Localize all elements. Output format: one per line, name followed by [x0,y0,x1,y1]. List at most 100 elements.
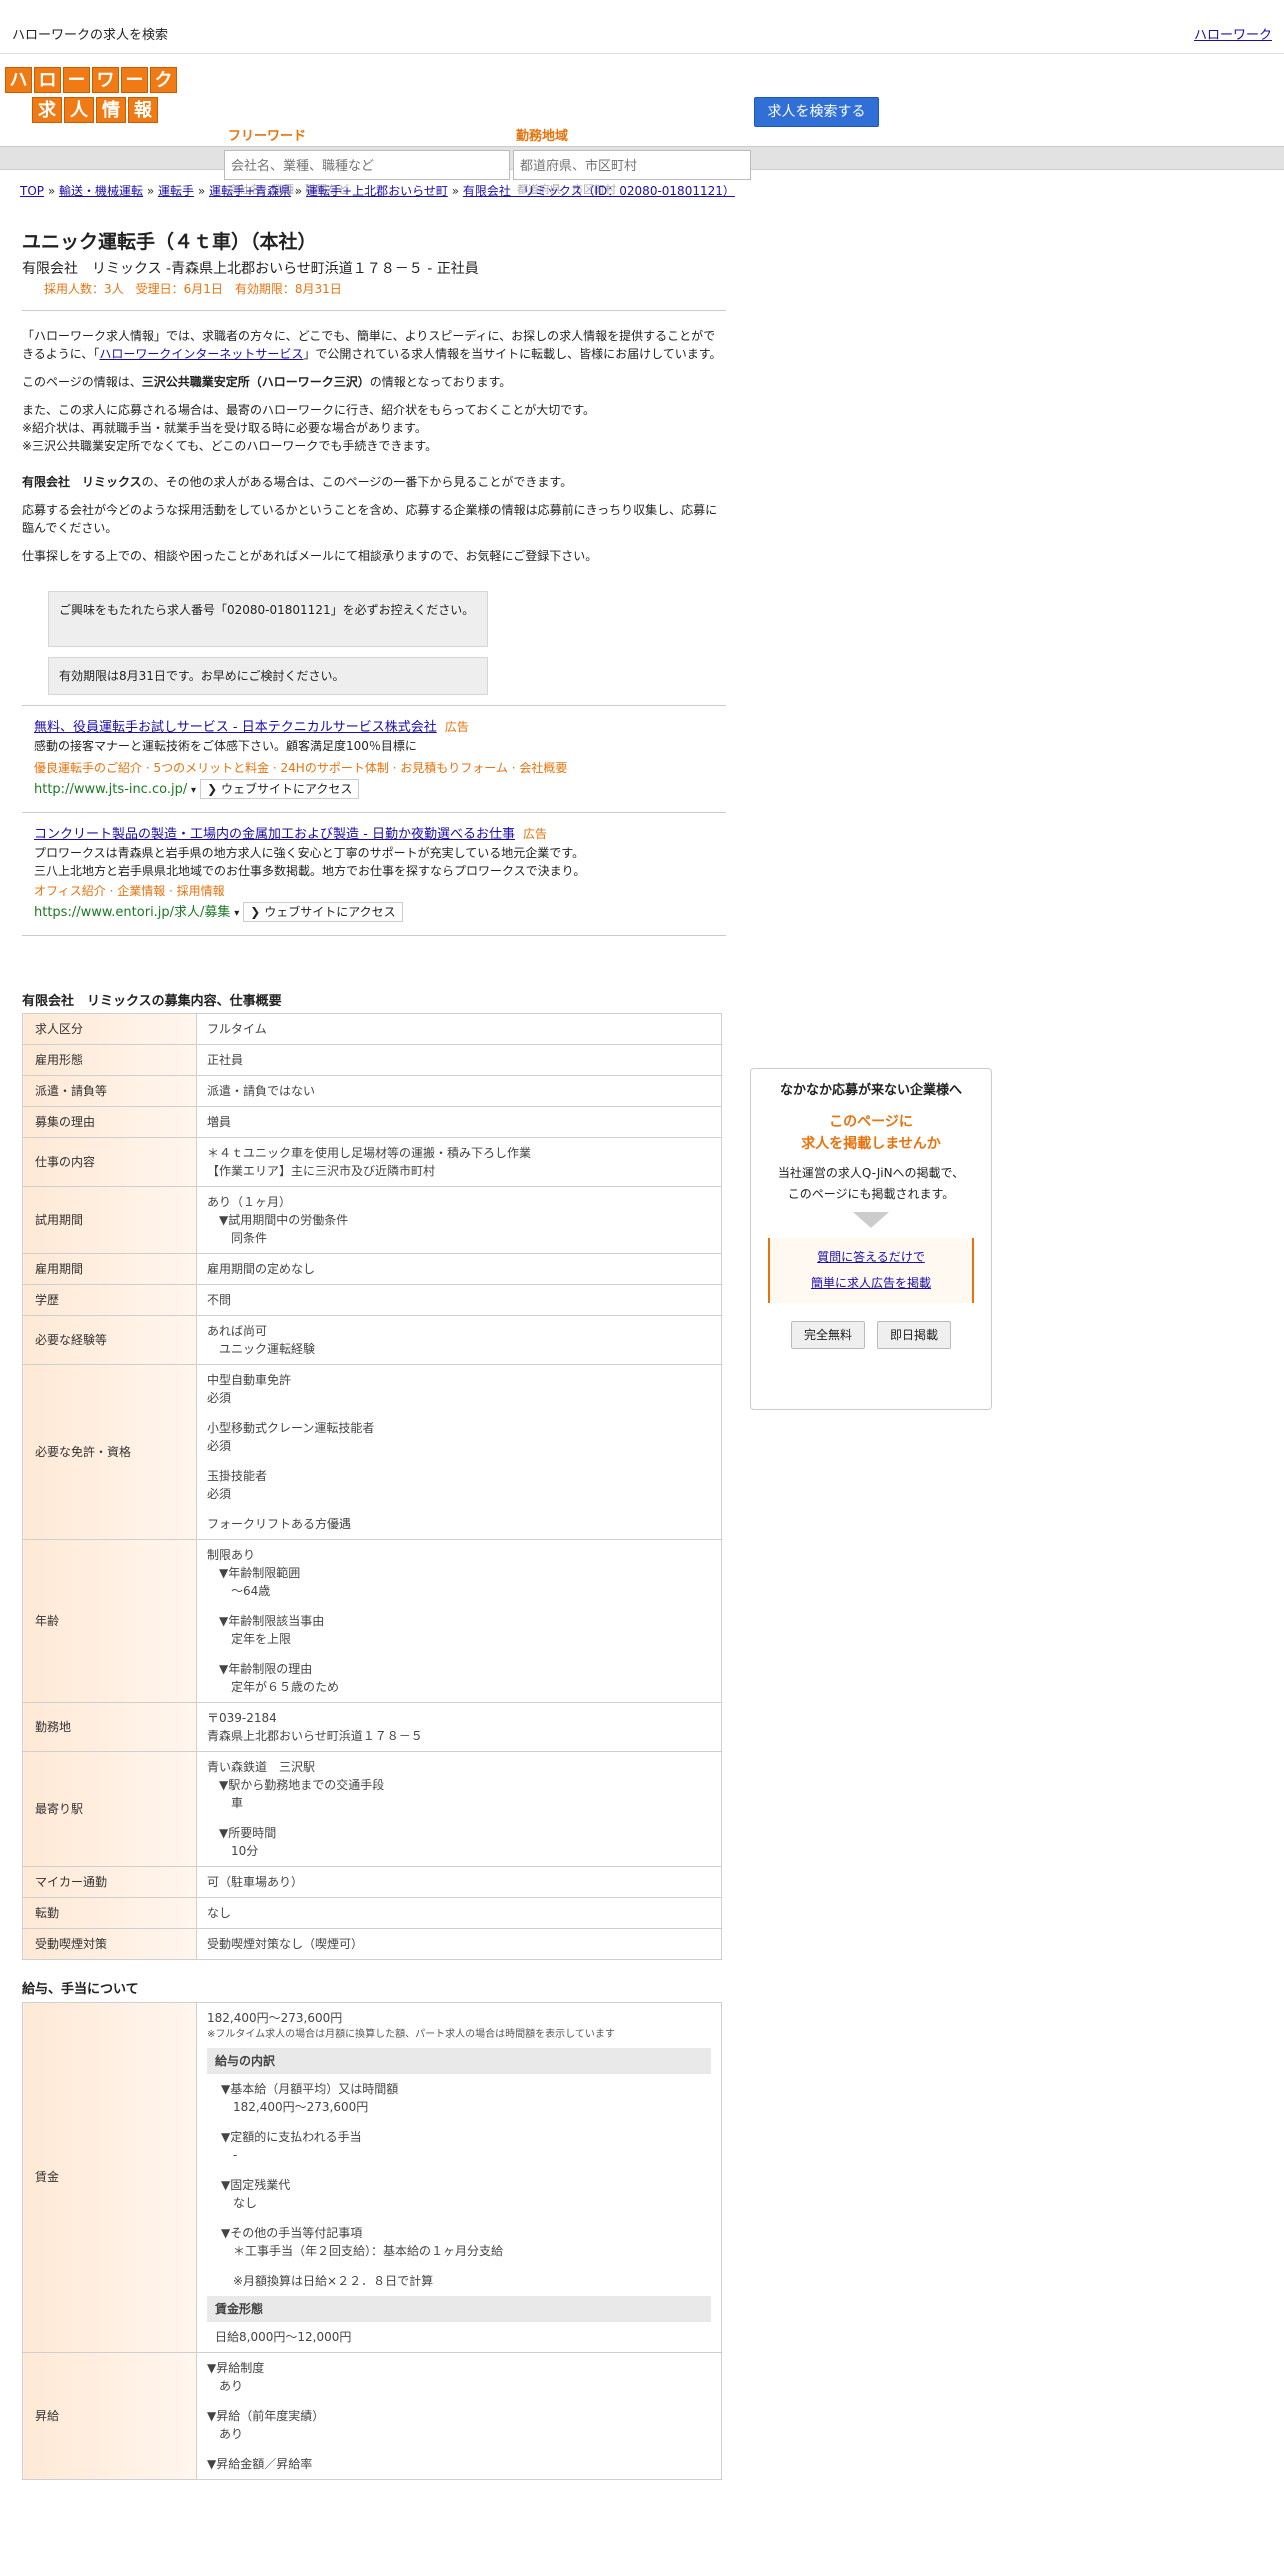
breadcrumb-link[interactable]: 輸送・機械運転 [59,184,143,198]
value-line: 車 [207,1796,244,1810]
row-value: 制限あり ▼年齢制限範囲 〜64歳 ▼年齢制限該当事由 定年を上限 ▼年齢制限の… [196,1539,722,1703]
value-line: 青い森鉄道 三沢駅 [207,1760,316,1774]
breadcrumb-separator: » [194,184,209,198]
ad-url[interactable]: https://www.entori.jp/求人/募集 [34,905,230,920]
ad-title-link[interactable]: コンクリート製品の製造・工場内の金属加工および製造 - 日勤か夜勤選べるお仕事 [34,827,515,842]
table-row: 試用期間 あり（１ヶ月） ▼試用期間中の労働条件 同条件 [22,1186,722,1254]
breadcrumb-separator: » [291,184,307,198]
job-meta: 採用人数：3人 受理日：6月1日 有効期限：8月31日 [44,281,342,296]
value-line: あり [207,2426,244,2441]
row-value: 〒039-2184 青森県上北郡おいらせ町浜道１７８－５ [196,1702,722,1752]
ad-sitelinks[interactable]: 優良運転手のご紹介 · 5つのメリットと料金 · 24Hのサポート体制 · お見… [34,759,714,777]
value-line: 182,400円〜273,600円 [221,2099,369,2114]
value-line: 派遣・請負ではない [207,1084,316,1098]
value-line: - [221,2147,238,2162]
salary-table: 賃金 182,400円〜273,600円 ※フルタイム求人の場合は月額に換算した… [22,2001,722,2480]
company-line: 有限会社 リミックス -青森県上北郡おいらせ町浜道１７８－５ - 正社員 [22,260,479,277]
ad-title-link[interactable]: 無料、役員運転手お試しサービス - 日本テクニカルサービス株式会社 [34,720,437,735]
breadcrumb: TOP » 輸送・機械運転 » 運転手 » 運転手+青森県 » 運転手+上北郡お… [20,182,735,200]
row-label: 派遣・請負等 [22,1075,197,1107]
visit-website-button[interactable]: ❯ ウェブサイトにアクセス [200,779,360,799]
value-line [221,2212,711,2224]
ad-sitelinks[interactable]: オフィス紹介 · 企業情報 · 採用情報 [34,882,714,900]
breadcrumb-link[interactable]: TOP [20,184,44,198]
panel-link-box: 質問に答えるだけで 簡単に求人広告を掲載 [768,1238,974,1303]
row-label: 転勤 [22,1897,197,1929]
breadcrumb-link[interactable]: 運転手+上北郡おいらせ町 [306,184,448,198]
value-line [221,2164,711,2176]
breadcrumb-link[interactable]: 有限会社 リミックス（ID：02080-01801121） [463,184,735,198]
ad-url[interactable]: http://www.jts-inc.co.jp/ [34,782,187,797]
value-line: 必須 [207,1391,232,1405]
value-line: ▼基本給（月額平均）又は時間額 [221,2081,399,2096]
row-value: 雇用期間の定めなし [196,1253,722,1285]
panel-buttons: 完全無料 即日掲載 [751,1320,991,1349]
home-link[interactable]: ハローワーク [1194,26,1272,46]
value-line: フォークリフトある方優遇 [207,1517,352,1531]
wage-form-heading: 賃金形態 [207,2295,711,2322]
table-row: 雇用形態 正社員 [22,1044,722,1076]
row-label: 勤務地 [22,1702,197,1752]
wage-form-value: 日給8,000円〜12,000円 [215,2329,352,2344]
row-label: 求人区分 [22,1013,197,1045]
value-line [221,2116,711,2128]
value-line: 玉掛技能者 [207,1469,268,1483]
expiry-notice: 有効期限は8月31日です。お早めにご検討ください。 [48,656,488,695]
dropdown-arrow-icon[interactable]: ▾ [191,785,196,796]
table-row: 派遣・請負等 派遣・請負ではない [22,1075,722,1107]
value-line: なし [207,1906,232,1920]
logo-letter: ー [63,67,90,93]
breadcrumb-separator: » [44,184,59,198]
area-input[interactable] [513,150,751,180]
freeword-input[interactable] [224,150,510,180]
dropdown-arrow-icon[interactable]: ▾ [234,908,239,919]
search-button[interactable]: 求人を検索する [754,97,879,127]
value-line: ▼年齢制限範囲 [207,1566,301,1580]
breadcrumb-separator: » [447,184,463,198]
value-line: ▼昇給制度 [207,2360,265,2375]
row-value: 受動喫煙対策なし（喫煙可） [196,1928,722,1960]
logo-letter: ワ [92,67,119,93]
wage-range: 182,400円〜273,600円 [207,2010,343,2025]
value-line: 雇用期間の定めなし [207,1262,316,1276]
ad-block: コンクリート製品の製造・工場内の金属加工および製造 - 日勤か夜勤選べるお仕事広… [22,813,726,936]
value-line: ※月額換算は日給×２２．８日で計算 [221,2273,434,2288]
value-line: 〜64歳 [207,1584,271,1598]
post-ad-link[interactable]: 簡単に求人広告を掲載 [811,1276,931,1290]
value-line: 小型移動式クレーン運転技能者 [207,1421,375,1435]
row-label: 年齢 [22,1539,197,1703]
top-bar: ハローワークの求人を検索 ハローワーク [0,0,1284,54]
table-row: 仕事の内容 ＊４ｔユニック車を使用し足場材等の運搬・積み下ろし作業 【作業エリア】主… [22,1137,722,1187]
logo-letter: 情 [96,97,126,123]
value-line: ユニック運転経験 [207,1342,316,1356]
table-row: 学歴 不問 [22,1284,722,1316]
breakdown-heading: 給与の内訳 [207,2047,711,2074]
value-line: 不問 [207,1293,232,1307]
ad-description: 感動の接客マナーと運転技術をご体感下さい。顧客満足度100％目標に [34,739,417,753]
value-line [207,2443,711,2455]
panel-catch: このページに 求人を掲載しませんか [801,1113,941,1152]
breadcrumb-link[interactable]: 運転手 [158,184,194,198]
row-label: 必要な免許・資格 [22,1364,197,1540]
free-badge-button[interactable]: 完全無料 [790,1320,865,1349]
breadcrumb-link[interactable]: 運転手+青森県 [209,184,291,198]
table-row: 勤務地 〒039-2184 青森県上北郡おいらせ町浜道１７８－５ [22,1702,722,1752]
value-line: ▼その他の手当等付記事項 [221,2225,363,2240]
hellowork-logo[interactable]: ハローワーク 求人情報 [5,67,181,125]
table-row: 転勤 なし [22,1897,722,1929]
value-line: ▼年齢制限該当事由 [207,1614,325,1628]
divider [22,704,726,706]
same-day-badge-button[interactable]: 即日掲載 [877,1320,952,1349]
value-line: 制限あり [207,1548,256,1562]
value-line: フルタイム [207,1022,267,1036]
internet-service-link[interactable]: ハローワークインターネットサービス [99,347,303,361]
freeword-label: フリーワード [228,129,307,144]
visit-website-button[interactable]: ❯ ウェブサイトにアクセス [243,902,403,922]
row-value: 派遣・請負ではない [196,1075,722,1107]
row-label: 賃金 [22,2001,197,2353]
breadcrumb-separator: » [143,184,158,198]
value-line: ▼年齢制限の理由 [207,1662,313,1676]
row-label: 必要な経験等 [22,1315,197,1365]
answer-questions-link[interactable]: 質問に答えるだけで [817,1250,925,1264]
value-line: 〒039-2184 [207,1711,277,1725]
